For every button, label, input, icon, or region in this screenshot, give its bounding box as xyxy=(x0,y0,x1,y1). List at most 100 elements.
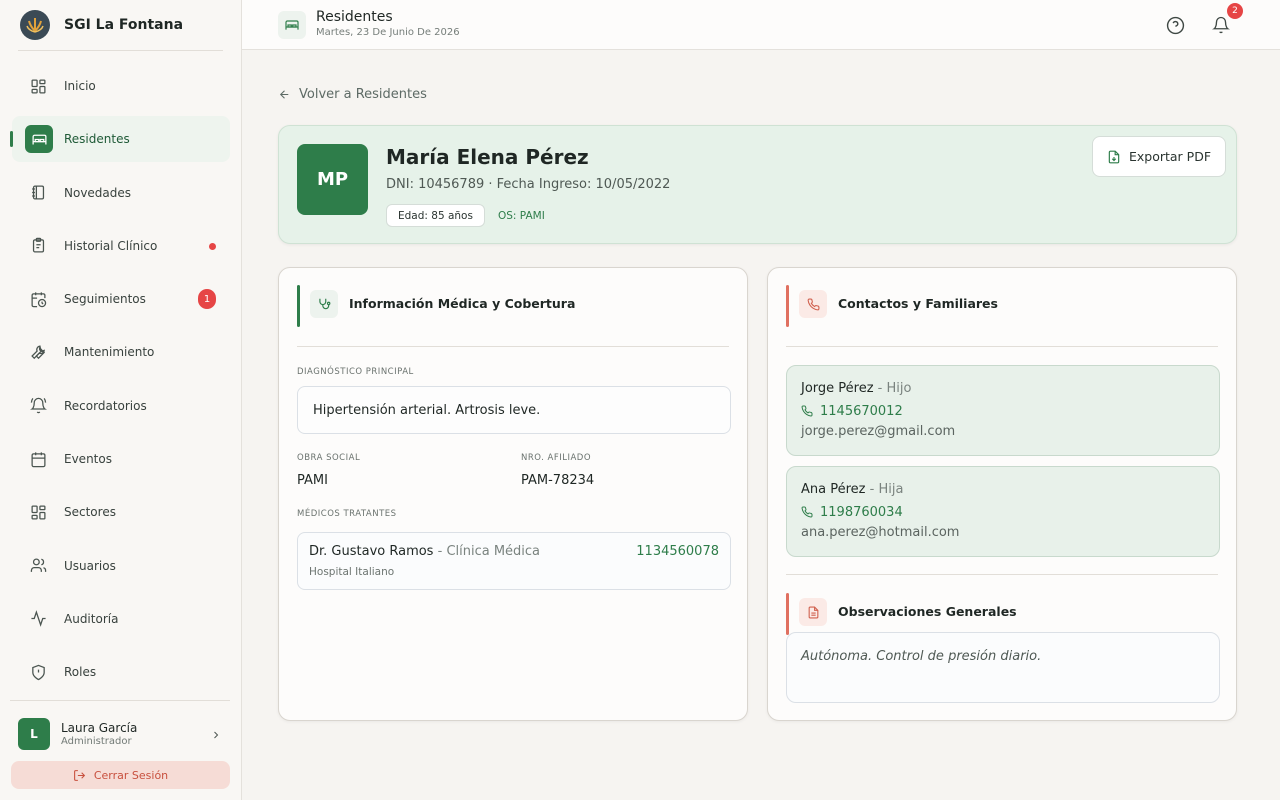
sidebar-item-residentes[interactable]: Residentes xyxy=(10,116,230,163)
export-pdf-label: Exportar PDF xyxy=(1128,149,1212,164)
section-accent-bar xyxy=(786,285,789,327)
sidebar-item-label: Recordatorios xyxy=(64,398,147,413)
divider xyxy=(786,574,1218,575)
logout-label: Cerrar Sesión xyxy=(93,768,169,782)
notifications-button[interactable] xyxy=(1210,14,1232,36)
resident-avatar: MP xyxy=(297,144,368,215)
doctor-hospital: Hospital Italiano xyxy=(309,566,395,578)
contact-phone-link[interactable]: 1145670012 xyxy=(801,403,903,419)
document-icon xyxy=(799,598,827,626)
phone-icon xyxy=(801,506,813,518)
sidebar-item-inicio[interactable]: Inicio xyxy=(12,63,230,109)
brand[interactable]: SGI La Fontana xyxy=(20,10,183,40)
resident-profile-card: MP María Elena Pérez DNI: 10456789 · Fec… xyxy=(278,125,1237,244)
logout-icon xyxy=(73,769,85,781)
notebook-icon xyxy=(27,182,49,204)
afiliado-label: NRO. AFILIADO xyxy=(521,453,592,463)
divider xyxy=(297,346,729,347)
sidebar-item-label: Roles xyxy=(64,665,97,680)
contact-name-text: Jorge Pérez xyxy=(801,381,874,396)
contact-email[interactable]: jorge.perez@gmail.com xyxy=(801,424,955,439)
wrench-icon xyxy=(27,341,49,363)
users-icon xyxy=(27,555,49,577)
sidebar-item-roles[interactable]: Roles xyxy=(12,649,230,695)
sidebar-item-label: Historial Clínico xyxy=(64,238,158,253)
section-title: Información Médica y Cobertura xyxy=(349,296,576,311)
logo-icon xyxy=(20,10,50,40)
help-button[interactable] xyxy=(1164,14,1186,36)
contact-relation: Hija xyxy=(878,482,904,497)
phone-icon xyxy=(801,405,813,417)
calendar-icon xyxy=(27,448,49,470)
doctor-name-text: Dr. Gustavo Ramos xyxy=(309,544,434,559)
contact-name-text: Ana Pérez xyxy=(801,482,866,497)
activity-icon xyxy=(27,608,49,630)
obra-social-label: OBRA SOCIAL xyxy=(297,453,361,463)
user-menu[interactable]: L Laura García Administrador xyxy=(18,718,224,750)
afiliado-value: PAM-78234 xyxy=(521,473,595,488)
diagnosis-label: DIAGNÓSTICO PRINCIPAL xyxy=(297,367,414,377)
doctors-label: MÉDICOS TRATANTES xyxy=(297,509,397,519)
divider xyxy=(786,346,1218,347)
shield-icon xyxy=(27,661,49,683)
page-title: Residentes xyxy=(316,9,393,25)
sidebar-item-seguimientos[interactable]: Seguimientos 1 xyxy=(12,276,230,322)
doctor-entry: Dr. Gustavo Ramos - Clínica Médica Hospi… xyxy=(297,532,731,590)
bed-icon xyxy=(25,125,53,154)
sidebar-item-label: Novedades xyxy=(64,185,132,200)
section-accent-bar xyxy=(786,593,789,635)
back-to-residents-link[interactable]: Volver a Residentes xyxy=(278,85,427,103)
logout-button[interactable]: Cerrar Sesión xyxy=(11,761,230,789)
resident-name: María Elena Pérez xyxy=(386,145,589,169)
doctor-name: Dr. Gustavo Ramos - Clínica Médica xyxy=(309,544,541,559)
age-chip: Edad: 85 años xyxy=(386,204,485,227)
phone-icon xyxy=(799,290,827,318)
section-accent-bar xyxy=(297,285,300,327)
sidebar-item-mantenimiento[interactable]: Mantenimiento xyxy=(12,329,230,375)
sidebar-item-usuarios[interactable]: Usuarios xyxy=(12,543,230,589)
bell-icon xyxy=(1212,16,1230,34)
sidebar-item-label: Residentes xyxy=(64,132,130,147)
grid-icon xyxy=(27,501,49,523)
obra-social-value: PAMI xyxy=(297,473,328,488)
sidebar-item-eventos[interactable]: Eventos xyxy=(12,436,230,482)
section-title: Contactos y Familiares xyxy=(838,296,998,311)
file-download-icon xyxy=(1108,150,1120,163)
divider xyxy=(10,700,230,701)
contact-phone-link[interactable]: 1198760034 xyxy=(801,504,903,520)
diagnosis-value: Hipertensión arterial. Artrosis leve. xyxy=(297,386,731,434)
notification-dot xyxy=(209,242,216,250)
resident-meta: DNI: 10456789 · Fecha Ingreso: 10/05/202… xyxy=(386,177,671,192)
bed-icon xyxy=(278,11,306,39)
sidebar-item-historial-clinico[interactable]: Historial Clínico xyxy=(12,223,230,269)
sidebar-item-label: Inicio xyxy=(64,79,96,93)
user-role: Administrador xyxy=(61,735,132,747)
chevron-right-icon xyxy=(210,727,222,746)
notification-count-badge: 2 xyxy=(1227,3,1243,19)
contact-email[interactable]: ana.perez@hotmail.com xyxy=(801,525,959,540)
contact-phone: 1145670012 xyxy=(820,403,903,419)
doctor-phone-link[interactable]: 1134560078 xyxy=(636,544,719,559)
sidebar-item-recordatorios[interactable]: Recordatorios xyxy=(12,383,230,429)
app-name: SGI La Fontana xyxy=(64,17,184,33)
sidebar-item-label: Auditoría xyxy=(64,611,119,626)
sidebar-item-auditoria[interactable]: Auditoría xyxy=(12,596,230,642)
help-icon xyxy=(1166,16,1184,34)
sidebar-item-label: Mantenimiento xyxy=(64,345,155,360)
export-pdf-button[interactable]: Exportar PDF xyxy=(1092,136,1226,177)
sidebar-nav: Inicio Residentes Novedades Historial Cl… xyxy=(10,63,230,703)
contact-relation: Hijo xyxy=(886,381,912,396)
stethoscope-icon xyxy=(310,290,338,318)
back-link-label: Volver a Residentes xyxy=(299,86,427,102)
contact-card: Ana Pérez - Hija 1198760034 ana.perez@ho… xyxy=(786,466,1220,557)
user-info: Laura García Administrador xyxy=(61,721,137,748)
obra-social-chip: OS: PAMI xyxy=(498,209,545,222)
sidebar-item-novedades[interactable]: Novedades xyxy=(12,170,230,216)
calendar-clock-icon xyxy=(27,288,49,310)
grid-icon xyxy=(27,75,49,97)
sidebar-item-label: Sectores xyxy=(64,505,116,520)
sidebar-item-sectores[interactable]: Sectores xyxy=(12,489,230,535)
contact-name: Jorge Pérez - Hijo xyxy=(801,381,912,396)
user-name: Laura García xyxy=(61,720,138,735)
medical-info-card: Información Médica y Cobertura DIAGNÓSTI… xyxy=(278,267,748,721)
